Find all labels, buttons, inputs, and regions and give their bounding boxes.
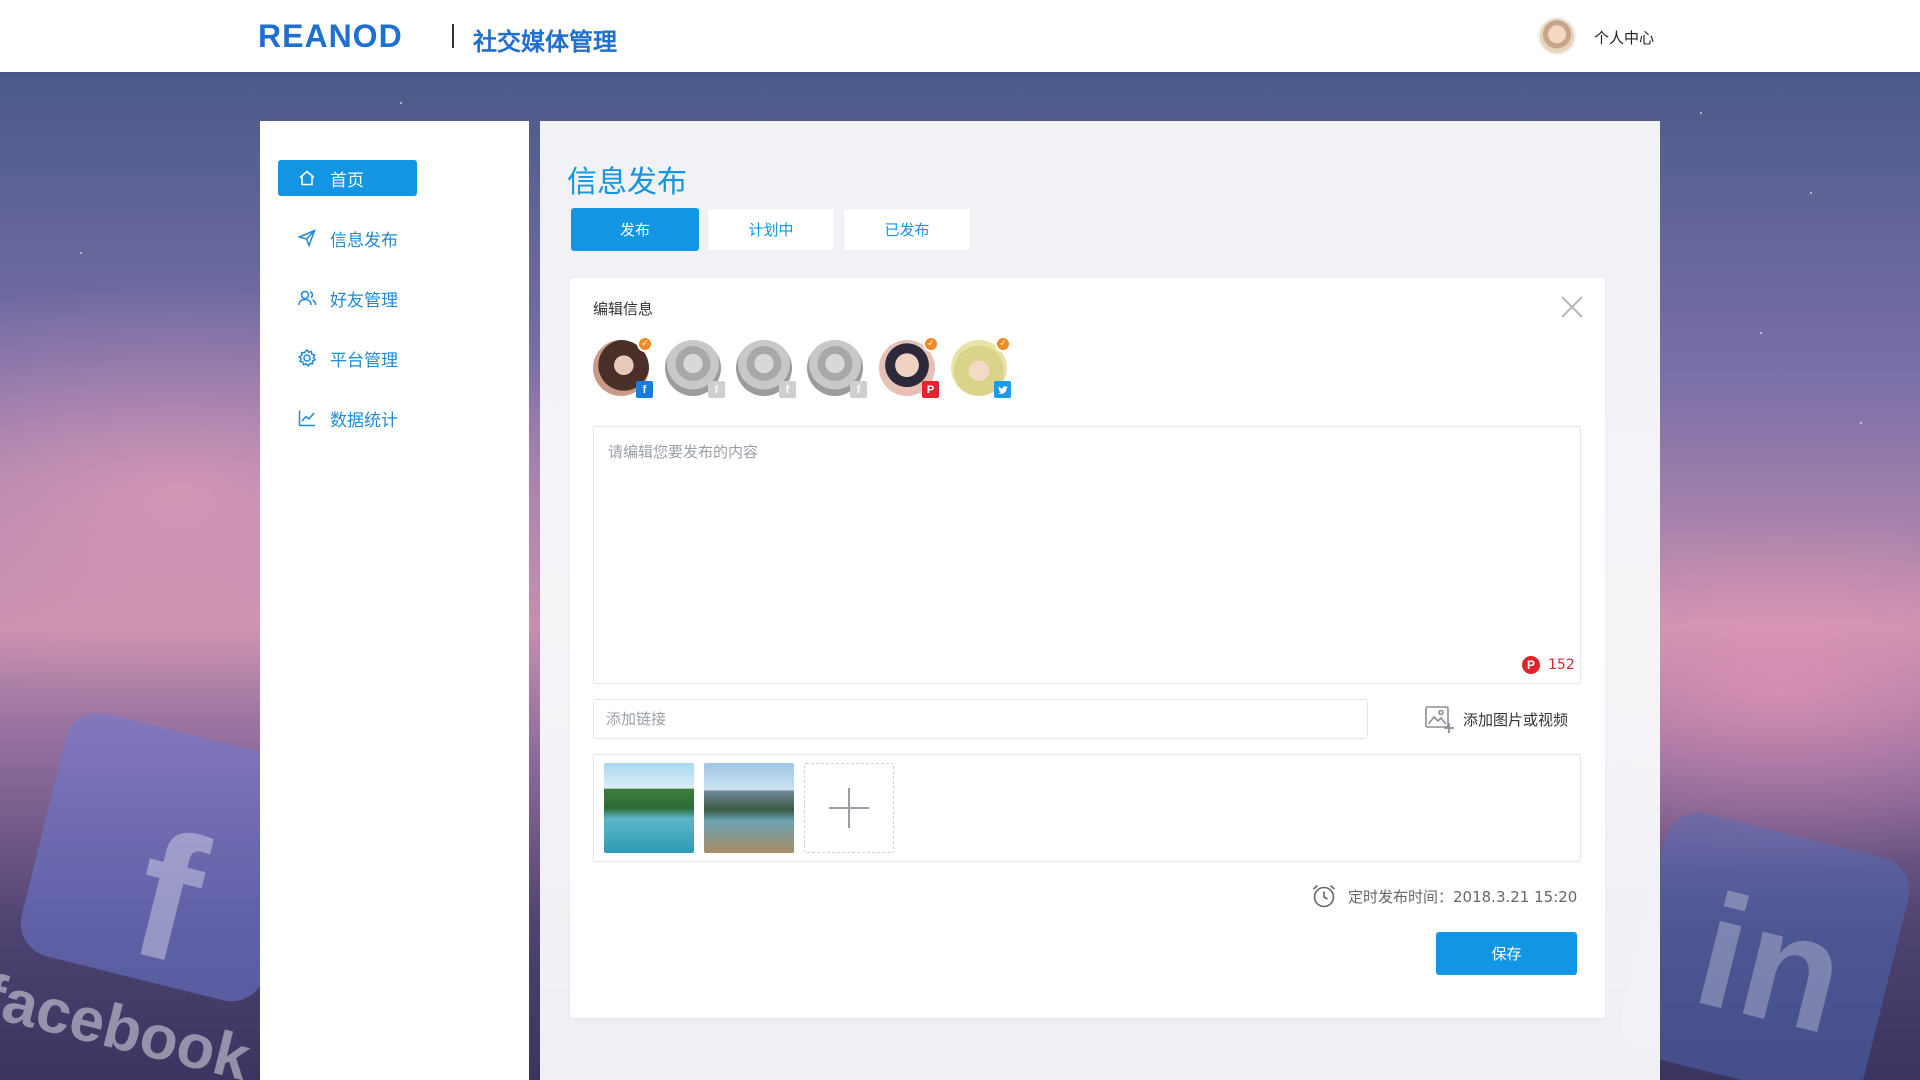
sidebar-item-publish[interactable]: 信息发布 (278, 220, 417, 256)
pinterest-icon: P (1522, 656, 1540, 674)
close-icon[interactable] (1559, 294, 1585, 320)
send-icon (296, 227, 318, 249)
sidebar-item-label: 信息发布 (330, 230, 398, 251)
schedule-label: 定时发布时间：2018.3.21 15:20 (1348, 887, 1578, 906)
check-icon: ✓ (923, 336, 939, 352)
schedule-time[interactable]: 定时发布时间：2018.3.21 15:20 (1310, 882, 1577, 910)
user-center-link[interactable]: 个人中心 (1594, 27, 1654, 48)
users-icon (296, 287, 318, 309)
sidebar-item-label: 平台管理 (330, 350, 398, 371)
link-input[interactable] (593, 699, 1368, 739)
tab-publish[interactable]: 发布 (571, 208, 699, 251)
alarm-clock-icon (1312, 884, 1336, 908)
plus-icon (829, 788, 869, 828)
page-title: 信息发布 (567, 165, 687, 200)
media-gallery (593, 754, 1581, 862)
add-image-icon (1425, 706, 1454, 733)
twitter-icon (994, 381, 1011, 398)
add-media-tile[interactable] (804, 763, 894, 853)
account-avatar-facebook-1[interactable]: ✓ f (593, 336, 653, 398)
chart-icon (296, 407, 318, 429)
gear-icon (296, 347, 318, 369)
card-title: 编辑信息 (593, 300, 654, 318)
main-panel: 信息发布 发布 计划中 已发布 编辑信息 ✓ f f f f ✓ P ✓ 请编辑… (540, 121, 1660, 1080)
content-editor: P 152 (593, 426, 1581, 684)
home-icon (296, 167, 318, 189)
media-thumbnail-1[interactable] (604, 763, 694, 853)
sidebar-item-label: 数据统计 (330, 410, 398, 431)
sidebar: 首页 信息发布 好友管理 平台管理 数据统计 (260, 121, 529, 1080)
logo-divider (452, 24, 454, 48)
save-button[interactable]: 保存 (1436, 932, 1577, 975)
tab-scheduled[interactable]: 计划中 (707, 208, 835, 251)
sidebar-item-label: 首页 (330, 170, 364, 191)
app-title: 社交媒体管理 (473, 28, 617, 56)
account-avatar-facebook-3[interactable]: f (736, 340, 796, 398)
facebook-icon: f (708, 381, 725, 398)
top-header: REANOD 社交媒体管理 个人中心 (0, 0, 1920, 72)
brand-logo[interactable]: REANOD (258, 18, 403, 55)
facebook-icon: f (850, 381, 867, 398)
edit-card: 编辑信息 ✓ f f f f ✓ P ✓ 请编辑您要发布的内容 P 152 添加… (570, 278, 1605, 1018)
sidebar-item-home[interactable]: 首页 (278, 160, 417, 196)
sidebar-item-statistics[interactable]: 数据统计 (278, 400, 417, 436)
content-textarea[interactable] (594, 427, 1580, 683)
user-avatar[interactable] (1538, 17, 1576, 55)
account-avatar-facebook-4[interactable]: f (807, 340, 867, 398)
facebook-icon: f (636, 381, 653, 398)
check-icon: ✓ (637, 336, 653, 352)
check-icon: ✓ (995, 336, 1011, 352)
sidebar-item-platform[interactable]: 平台管理 (278, 340, 417, 376)
sidebar-item-label: 好友管理 (330, 290, 398, 311)
add-media-label: 添加图片或视频 (1463, 710, 1569, 729)
account-avatar-facebook-2[interactable]: f (665, 340, 725, 398)
add-media-button[interactable]: 添加图片或视频 (1423, 703, 1568, 735)
tab-published[interactable]: 已发布 (843, 208, 971, 251)
facebook-icon: f (779, 381, 796, 398)
media-thumbnail-2[interactable] (704, 763, 794, 853)
counter-value: 152 (1548, 657, 1575, 673)
pinterest-icon: P (922, 381, 939, 398)
account-avatar-pinterest[interactable]: ✓ P (879, 336, 939, 398)
character-counter: P 152 (1522, 656, 1575, 674)
account-avatar-twitter[interactable]: ✓ (951, 336, 1011, 398)
sidebar-item-friends[interactable]: 好友管理 (278, 280, 417, 316)
